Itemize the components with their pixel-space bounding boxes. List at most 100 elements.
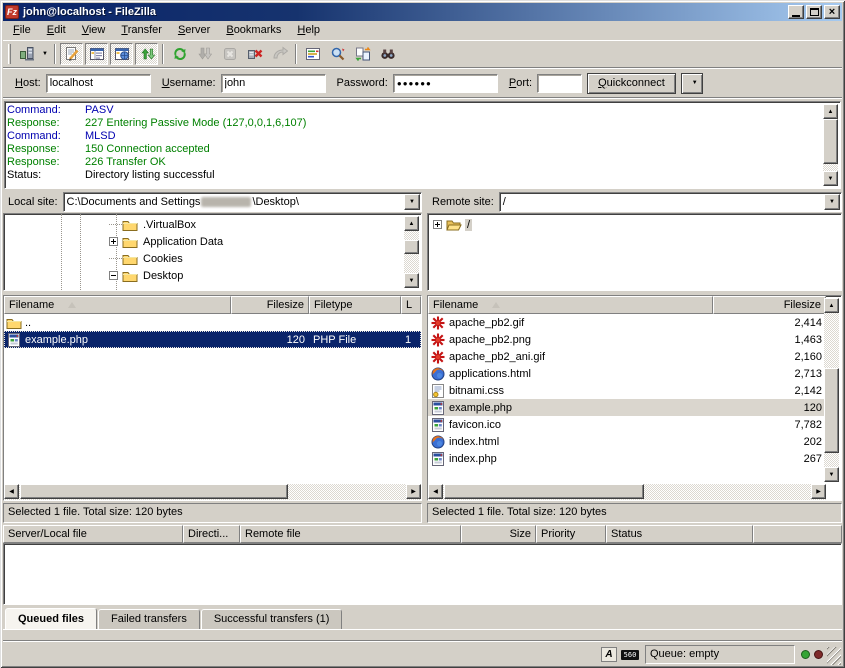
toolbar-compare-button[interactable] — [326, 43, 349, 65]
remote-file-row-apache-pb2-ani.gif[interactable]: apache_pb2_ani.gif2,160 — [428, 348, 826, 365]
local-tree-item-desktop[interactable]: Desktop — [6, 267, 404, 284]
remote-file-row-index.php[interactable]: index.php267 — [428, 450, 826, 467]
title-bar[interactable]: Fz john@localhost - FileZilla × — [3, 3, 842, 21]
combo-dropdown-icon[interactable]: ▼ — [404, 194, 420, 210]
remote-file-row-apache-pb2.gif[interactable]: apache_pb2.gif2,414 — [428, 314, 826, 331]
local-file-row-..[interactable]: .. — [4, 314, 421, 331]
close-button[interactable]: × — [824, 5, 840, 19]
remote-vertical-scrollbar[interactable]: ▲ ▼ — [824, 298, 839, 482]
tab-queued-files[interactable]: Queued files — [5, 608, 97, 629]
remote-file-row-bitnami.css[interactable]: bitnami.css2,142 — [428, 382, 826, 399]
resize-grip[interactable] — [827, 647, 841, 665]
menu-file[interactable]: File — [5, 22, 39, 39]
image-file-icon — [430, 349, 446, 365]
queue-column-header-directi-[interactable]: Directi... — [183, 525, 240, 543]
remote-path-combobox[interactable]: / ▼ — [499, 192, 842, 212]
scroll-left-icon[interactable]: ◀ — [428, 484, 443, 499]
queue-column-header-priority[interactable]: Priority — [536, 525, 606, 543]
menu-server[interactable]: Server — [170, 22, 218, 39]
toolbar-site-manager-dropdown-icon[interactable]: ▼ — [39, 43, 51, 65]
scroll-left-icon[interactable]: ◀ — [4, 484, 19, 499]
toolbar-site-manager-button[interactable] — [15, 43, 38, 65]
menu-bar: FileEditViewTransferServerBookmarksHelp — [3, 21, 842, 41]
tab-failed-transfers[interactable]: Failed transfers — [98, 609, 200, 629]
queue-column-header-remote-file[interactable]: Remote file — [240, 525, 461, 543]
local-column-header-filetype[interactable]: Filetype — [309, 296, 401, 314]
menu-bookmarks[interactable]: Bookmarks — [218, 22, 289, 39]
remote-site-label: Remote site: — [427, 193, 499, 211]
toolbar-toggle-queue-button[interactable] — [135, 43, 158, 65]
scroll-down-icon[interactable]: ▼ — [824, 467, 839, 482]
local-tree-item--virtualbox[interactable]: .VirtualBox — [6, 216, 404, 233]
scroll-up-icon[interactable]: ▲ — [404, 216, 419, 231]
log-vertical-scrollbar[interactable]: ▲ ▼ — [823, 104, 838, 186]
local-column-header-modified[interactable]: L — [401, 296, 421, 314]
quickconnect-button[interactable]: Quickconnect — [587, 73, 676, 94]
local-horizontal-scrollbar[interactable]: ◀ ▶ — [4, 484, 421, 500]
window-title: john@localhost - FileZilla — [23, 6, 786, 18]
remote-column-header-filesize[interactable]: Filesize — [713, 296, 826, 314]
scroll-down-icon[interactable]: ▼ — [823, 171, 838, 186]
toolbar-toggle-local-tree-button[interactable] — [85, 43, 108, 65]
datatype-indicator-icon[interactable]: A — [601, 647, 617, 662]
menu-edit[interactable]: Edit — [39, 22, 74, 39]
scroll-up-icon[interactable]: ▲ — [824, 298, 839, 313]
queue-column-header-status[interactable]: Status — [606, 525, 753, 543]
local-path-combobox[interactable]: C:\Documents and Settings\Desktop\ ▼ — [63, 192, 422, 212]
menu-view[interactable]: View — [74, 22, 114, 39]
menu-help[interactable]: Help — [289, 22, 328, 39]
toolbar-disconnect-button[interactable] — [243, 43, 266, 65]
tree-scroll-thumb[interactable] — [404, 240, 419, 254]
toolbar-toggle-log-button[interactable] — [60, 43, 83, 65]
remote-file-row-index.html[interactable]: index.html202 — [428, 433, 826, 450]
local-file-row-example.php[interactable]: example.php120PHP File1 — [4, 331, 421, 348]
remote-column-header-filename[interactable]: Filename — [428, 296, 713, 314]
transfer-queue: Server/Local fileDirecti...Remote fileSi… — [3, 525, 842, 605]
local-tree-vertical-scrollbar[interactable]: ▲ ▼ — [404, 216, 419, 288]
port-input[interactable] — [537, 74, 582, 93]
host-input[interactable] — [46, 74, 151, 93]
scroll-right-icon[interactable]: ▶ — [811, 484, 826, 499]
app-icon[interactable]: Fz — [5, 5, 19, 19]
collapse-icon[interactable] — [109, 271, 118, 280]
toolbar-sync-browsing-button[interactable] — [351, 43, 374, 65]
remote-vscroll-thumb[interactable] — [824, 368, 839, 453]
remote-file-row-favicon.ico[interactable]: favicon.ico7,782 — [428, 416, 826, 433]
remote-file-row-applications.html[interactable]: applications.html2,713 — [428, 365, 826, 382]
remote-path: / — [503, 196, 506, 208]
remote-file-row-example.php[interactable]: example.php120 — [428, 399, 826, 416]
remote-file-row-apache-pb2.png[interactable]: apache_pb2.png1,463 — [428, 331, 826, 348]
local-column-header-filesize[interactable]: Filesize — [231, 296, 309, 314]
scroll-down-icon[interactable]: ▼ — [404, 273, 419, 288]
username-input[interactable] — [221, 74, 326, 93]
expand-icon[interactable] — [109, 237, 118, 246]
quickconnect-dropdown-button[interactable]: ▼ — [681, 73, 703, 94]
toolbar-refresh-button[interactable] — [168, 43, 191, 65]
password-input[interactable] — [393, 74, 498, 93]
local-tree-item-cookies[interactable]: Cookies — [6, 250, 404, 267]
toolbar-filter-button[interactable] — [301, 43, 324, 65]
local-column-header-filename[interactable]: Filename — [4, 296, 231, 314]
remote-horizontal-scrollbar[interactable]: ◀ ▶ — [428, 484, 826, 500]
minimize-button[interactable] — [788, 5, 804, 19]
remote-tree-item-root[interactable]: / — [430, 216, 839, 233]
local-hscroll-thumb[interactable] — [20, 484, 288, 499]
local-site-label: Local site: — [3, 193, 63, 211]
toolbar-find-files-button[interactable] — [376, 43, 399, 65]
find-files-icon — [380, 46, 396, 62]
queue-column-header-size[interactable]: Size — [461, 525, 536, 543]
queue-column-header-server-local-file[interactable]: Server/Local file — [3, 525, 183, 543]
log-scroll-thumb[interactable] — [823, 119, 838, 164]
queue-size-indicator: Queue: empty — [645, 645, 795, 664]
scroll-up-icon[interactable]: ▲ — [823, 104, 838, 119]
local-tree-item-application-data[interactable]: Application Data — [6, 233, 404, 250]
tab-successful-transfers-1-[interactable]: Successful transfers (1) — [201, 609, 343, 629]
combo-dropdown-icon[interactable]: ▼ — [824, 194, 840, 210]
expand-icon[interactable] — [433, 220, 442, 229]
scroll-right-icon[interactable]: ▶ — [406, 484, 421, 499]
maximize-button[interactable] — [806, 5, 822, 19]
speed-limit-icon[interactable]: 560 — [621, 650, 639, 660]
remote-hscroll-thumb[interactable] — [444, 484, 644, 499]
toolbar-toggle-remote-tree-button[interactable] — [110, 43, 133, 65]
menu-transfer[interactable]: Transfer — [113, 22, 170, 39]
